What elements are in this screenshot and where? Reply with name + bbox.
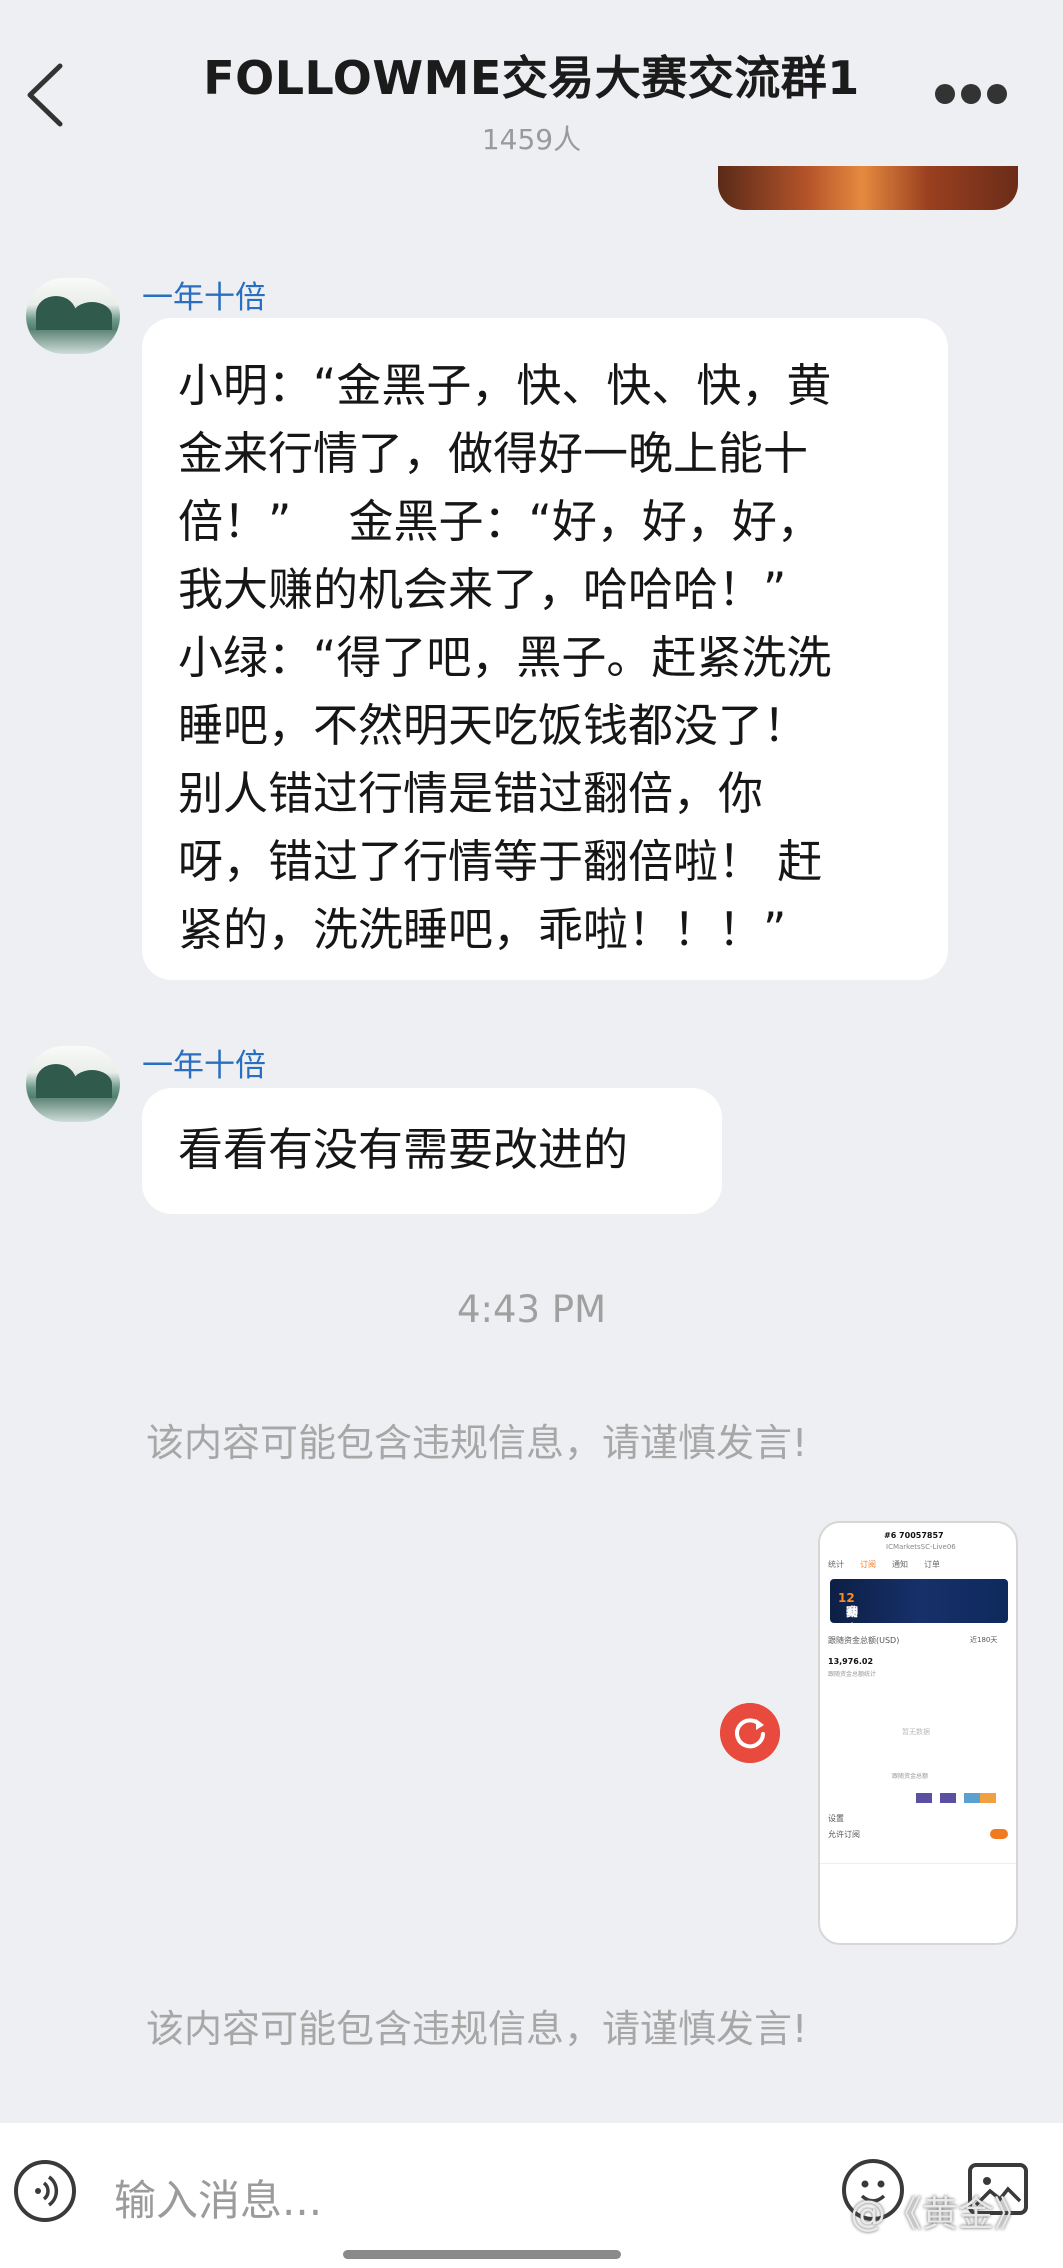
message-line: 别人错过行情是错过翻倍，你	[178, 767, 764, 820]
thumb-amount: 13,976.02	[828, 1657, 874, 1666]
thumb-banner: 赛事再起航 12 动	[830, 1579, 1008, 1687]
message-line: 睡吧，不然明天吃饭钱都没了！	[178, 699, 809, 752]
member-count: 1459人	[481, 123, 582, 156]
thumb-tab: 订单	[924, 1560, 940, 1569]
more-dots-icon[interactable]	[935, 84, 1007, 106]
thumb-chips	[916, 1793, 996, 1803]
thumb-settings: 设置	[828, 1814, 844, 1823]
thumb-section: 跟随资金总额(USD)	[828, 1636, 900, 1645]
sender-name[interactable]: 一年十倍	[142, 272, 266, 317]
watermark: @《黄金》	[850, 2194, 1031, 2235]
thumb-server: ICMarketsSC-Live06	[886, 1543, 956, 1551]
thumb-toggle	[990, 1829, 1008, 1839]
avatar[interactable]	[26, 278, 120, 354]
sender-name[interactable]: 一年十倍	[142, 1040, 266, 1085]
thumb-banner-suffix: 动	[846, 1605, 859, 1619]
home-indicator[interactable]	[343, 2250, 621, 2259]
thumb-allow: 允许订阅	[828, 1830, 860, 1839]
voice-icon[interactable]	[14, 2160, 76, 2222]
message-line: 看看有没有需要改进的	[178, 1123, 629, 1176]
message-line: 金来行情了，做得好一晚上能十	[178, 427, 809, 480]
message-timestamp: 4:43 PM	[456, 1288, 607, 1331]
thumb-divider	[820, 1863, 1016, 1864]
content-warning: 该内容可能包含违规信息，请谨慎发言!	[146, 2007, 808, 2051]
screenshot-image-message[interactable]: #6 70057857 ICMarketsSC-Live06 统计 订阅 通知 …	[818, 1521, 1018, 1945]
message-bubble[interactable]: 小明：“金黑子，快、快、快，黄 金来行情了，做得好一晚上能十 倍！” 金黑子：“…	[142, 318, 948, 980]
message-input[interactable]: 输入消息...	[114, 2167, 322, 2228]
message-line: 倍！” 金黑子：“好，好，好，	[178, 495, 822, 548]
thumb-account: #6 70057857	[884, 1531, 944, 1540]
thumb-amount-label: 跟随资金总额统计	[828, 1671, 877, 1678]
message-bubble[interactable]: 看看有没有需要改进的	[142, 1088, 722, 1214]
message-line: 我大赚的机会来了，哈哈哈！”	[178, 563, 787, 616]
chat-header: FOLLOWME交易大赛交流群1 1459人	[0, 0, 1063, 160]
thumb-empty: 暂无数据	[902, 1728, 930, 1736]
message-line: 小明：“金黑子，快、快、快，黄	[178, 359, 832, 412]
thumb-tab: 订阅	[860, 1560, 876, 1569]
retry-icon[interactable]	[720, 1703, 780, 1763]
image-message-partial[interactable]	[718, 166, 1018, 210]
chat-title: FOLLOWME交易大赛交流群1	[203, 51, 860, 105]
thumb-tab: 通知	[892, 1560, 908, 1569]
message-line: 紧的，洗洗睡吧，乖啦！！！”	[178, 903, 787, 956]
thumb-range: 近180天	[970, 1636, 998, 1644]
message-input-bar: 输入消息... @《黄金》	[0, 2123, 1063, 2268]
content-warning: 该内容可能包含违规信息，请谨慎发言!	[146, 1421, 808, 1465]
thumb-legend: 跟随资金总额	[892, 1773, 929, 1780]
message-line: 小绿：“得了吧，黑子。赶紧洗洗	[178, 631, 832, 684]
message-line: 呀，错过了行情等于翻倍啦！ 赶	[178, 835, 823, 888]
thumb-tab: 统计	[828, 1560, 844, 1569]
avatar[interactable]	[26, 1046, 120, 1122]
